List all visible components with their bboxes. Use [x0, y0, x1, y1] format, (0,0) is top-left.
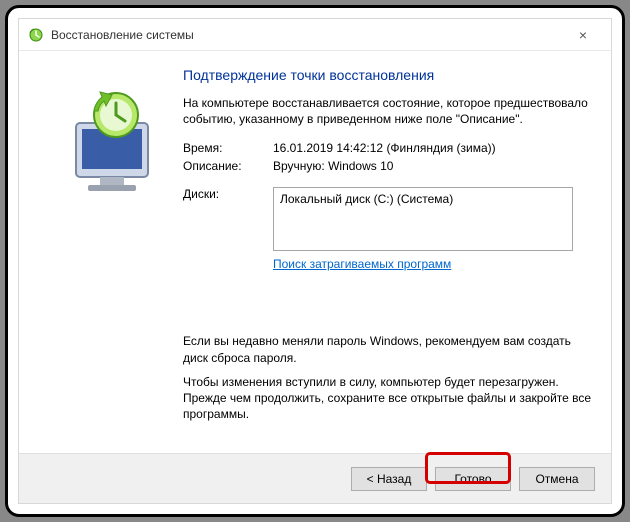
wizard-image-column — [33, 65, 183, 447]
dialog-window: Восстановление системы × — [18, 18, 612, 504]
cancel-button[interactable]: Отмена — [519, 467, 595, 491]
scan-affected-programs-link[interactable]: Поиск затрагиваемых программ — [273, 257, 451, 271]
note-restart-warning: Чтобы изменения вступили в силу, компьют… — [183, 374, 593, 423]
system-restore-illustration-icon — [48, 89, 168, 202]
disks-label: Диски: — [183, 185, 273, 273]
content-area: Подтверждение точки восстановления На ко… — [19, 51, 611, 453]
button-bar: < Назад Готово Отмена — [19, 453, 611, 503]
back-button[interactable]: < Назад — [351, 467, 427, 491]
time-value: 16.01.2019 14:42:12 (Финляндия (зима)) — [273, 139, 593, 157]
close-button[interactable]: × — [563, 28, 603, 42]
system-restore-icon — [27, 26, 45, 44]
time-label: Время: — [183, 139, 273, 157]
note-password-reset: Если вы недавно меняли пароль Windows, р… — [183, 333, 593, 365]
description-value: Вручную: Windows 10 — [273, 157, 593, 175]
finish-button[interactable]: Готово — [435, 467, 511, 491]
disk-item: Локальный диск (C:) (Система) — [280, 192, 453, 206]
disks-list: Локальный диск (C:) (Система) — [273, 187, 573, 251]
footer-notes: Если вы недавно меняли пароль Windows, р… — [183, 333, 593, 422]
page-heading: Подтверждение точки восстановления — [183, 67, 593, 83]
intro-text: На компьютере восстанавливается состояни… — [183, 95, 593, 127]
titlebar: Восстановление системы × — [19, 19, 611, 51]
wizard-text-column: Подтверждение точки восстановления На ко… — [183, 65, 593, 447]
restore-point-info: Время: 16.01.2019 14:42:12 (Финляндия (з… — [183, 139, 593, 273]
window-title: Восстановление системы — [51, 28, 563, 42]
description-label: Описание: — [183, 157, 273, 175]
